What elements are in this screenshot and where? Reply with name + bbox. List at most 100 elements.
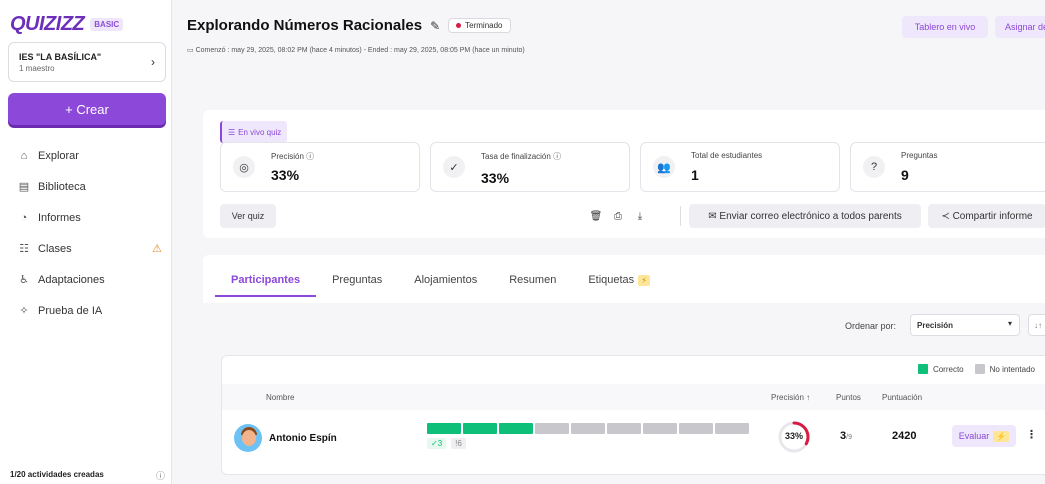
sort-label: Ordenar por: (845, 321, 897, 331)
stat-label: Tasa de finalización ⓘ (481, 151, 561, 162)
info-icon[interactable]: ⓘ (553, 152, 561, 161)
table-row[interactable]: Antonio Espín ✓3 !6 33% 3/9 2420 Evaluar… (222, 414, 1045, 466)
home-icon: ⌂ (20, 149, 28, 162)
reports-icon: ◔ (20, 211, 28, 224)
status-badge: Terminado (448, 18, 511, 33)
stat-value: 33% (481, 170, 510, 186)
segment-not-attempted (715, 423, 749, 434)
toolbar-divider (680, 206, 681, 226)
page-header: Explorando Números Racionales ✎ Terminad… (173, 0, 1045, 84)
delete-icon[interactable]: 🗑 (586, 204, 606, 228)
student-name[interactable]: Antonio Espín (269, 433, 337, 444)
legend-swatch-correct (917, 364, 928, 374)
quiz-dates: ▭ Comenzó : may 29, 2025, 08:02 PM (hace… (187, 46, 525, 54)
assign-button[interactable]: Asignar de nuevo (995, 16, 1045, 38)
stat-accuracy: ◎ Precisión ⓘ 33% (220, 142, 420, 192)
question-progress-bar (427, 423, 749, 434)
segment-correct (463, 423, 497, 434)
lightning-icon: ⚡ (638, 274, 650, 286)
stat-value: 9 (901, 167, 909, 183)
email-parents-button[interactable]: ✉ Enviar correo electrónico a todos pare… (689, 204, 921, 228)
download-icon[interactable]: ⤓ (630, 204, 650, 228)
segment-not-attempted (607, 423, 641, 434)
sidebar-item-prueba-ia[interactable]: ✧ Prueba de IA (0, 295, 172, 326)
info-icon[interactable]: ⓘ (306, 152, 314, 161)
email-parents-label: Enviar correo electrónico a todos parent… (719, 210, 902, 222)
summary-card: ☰ En vivo quiz ◎ Precisión ⓘ 33% ✓ Tasa … (203, 110, 1045, 238)
library-icon: ▤ (18, 181, 30, 193)
arrow-up-icon: ↑ (806, 393, 811, 402)
unattempted-count-badge: !6 (451, 438, 466, 449)
create-button[interactable]: + Crear (8, 93, 166, 125)
tab-participantes[interactable]: Participantes (215, 265, 317, 297)
tab-preguntas[interactable]: Preguntas (316, 265, 398, 297)
correct-count-badge: ✓3 (427, 438, 447, 449)
share-report-label: Compartir informe (952, 210, 1033, 222)
live-quiz-tag: ☰ En vivo quiz (220, 121, 288, 143)
share-report-button[interactable]: ≺ Compartir informe (928, 204, 1045, 228)
stat-label: Total de estudiantes (691, 151, 763, 160)
sidebar-item-label: Clases (38, 242, 72, 255)
tab-label: Participantes (231, 274, 301, 286)
column-header-score: Puntuación (882, 393, 923, 402)
sidebar-item-label: Adaptaciones (38, 273, 105, 286)
sidebar-nav: ⌂ Explorar ▤ Biblioteca ◔ Informes ☷ Cla… (0, 140, 172, 326)
sort-select[interactable]: Precisión ▾ (910, 314, 1020, 336)
accuracy-icon: ◎ (233, 156, 255, 178)
results-panel: Participantes Preguntas Alojamientos Res… (203, 255, 1045, 481)
mail-icon: ✉ (708, 210, 720, 222)
sidebar-item-label: Prueba de IA (38, 304, 103, 317)
sidebar-item-label: Explorar (38, 149, 79, 162)
school-selector[interactable]: IES "LA BASÍLICA" 1 maestro › (8, 42, 166, 82)
logo[interactable]: QUIZIZZ BASIC (10, 13, 124, 36)
stat-value: 33% (271, 167, 300, 183)
evaluate-button[interactable]: Evaluar ⚡ (952, 425, 1016, 447)
stat-value: 1 (691, 167, 699, 183)
sidebar-item-biblioteca[interactable]: ▤ Biblioteca (0, 171, 172, 202)
column-header-name: Nombre (266, 393, 295, 402)
edit-icon[interactable]: ✎ (430, 19, 440, 33)
sidebar-item-informes[interactable]: ◔ Informes (0, 202, 172, 233)
sort-order-icon[interactable]: ↓↑ (1028, 314, 1045, 336)
panel-content: Ordenar por: Precisión ▾ ↓↑ Correcto No … (203, 303, 1045, 481)
stat-questions: ? Preguntas 9 (850, 142, 1045, 192)
points-value: 3/9 (840, 430, 852, 442)
points-total: /9 (846, 434, 852, 441)
live-board-button[interactable]: Tablero en vivo (902, 16, 988, 38)
column-header-accuracy[interactable]: Precisión ↑ (771, 393, 810, 402)
tab-label: Resumen (509, 274, 557, 286)
tab-alojamientos[interactable]: Alojamientos (398, 265, 493, 297)
avatar (234, 424, 262, 452)
print-icon[interactable]: ⎙ (608, 204, 628, 228)
lightning-icon: ⚡ (993, 430, 1010, 442)
live-quiz-tag-label: En vivo quiz (238, 127, 282, 137)
logo-text: QUIZIZZ (10, 13, 85, 35)
page-title: Explorando Números Racionales (187, 17, 423, 34)
table-header: Nombre Precisión ↑ Puntos Puntuación (222, 384, 1045, 410)
more-options-icon[interactable]: ⋮ (1026, 428, 1037, 441)
calendar-icon: ▭ (187, 47, 196, 54)
stat-label-text: Tasa de finalización (481, 152, 551, 161)
view-quiz-button[interactable]: Ver quiz (220, 204, 276, 228)
chevron-right-icon: › (151, 55, 155, 69)
tab-etiquetas[interactable]: Etiquetas ⚡ (572, 265, 666, 297)
stat-total-students: 👥 Total de estudiantes 1 (640, 142, 840, 192)
stat-completion: ✓ Tasa de finalización ⓘ 33% (430, 142, 630, 192)
list-icon: ☰ (228, 127, 236, 137)
column-header-points: Puntos (836, 393, 861, 402)
status-dot (456, 23, 462, 28)
tab-resumen[interactable]: Resumen (493, 265, 572, 297)
info-icon[interactable]: ⓘ (156, 469, 165, 482)
tab-label: Alojamientos (414, 274, 478, 286)
avatar-face (242, 430, 256, 446)
sidebar-item-adaptaciones[interactable]: ♿ Adaptaciones (0, 264, 172, 295)
sidebar-item-explorar[interactable]: ⌂ Explorar (0, 140, 172, 171)
title-row: Explorando Números Racionales ✎ Terminad… (187, 17, 511, 34)
stat-label-text: Precisión (271, 152, 304, 161)
ai-icon: ✧ (19, 305, 29, 317)
sidebar-item-label: Informes (38, 211, 81, 224)
sidebar-item-label: Biblioteca (38, 180, 86, 193)
sidebar-item-clases[interactable]: ☷ Clases ⚠ (0, 233, 172, 264)
chevron-down-icon: ▾ (1007, 319, 1012, 328)
legend: Correcto No intentado (917, 364, 1035, 374)
